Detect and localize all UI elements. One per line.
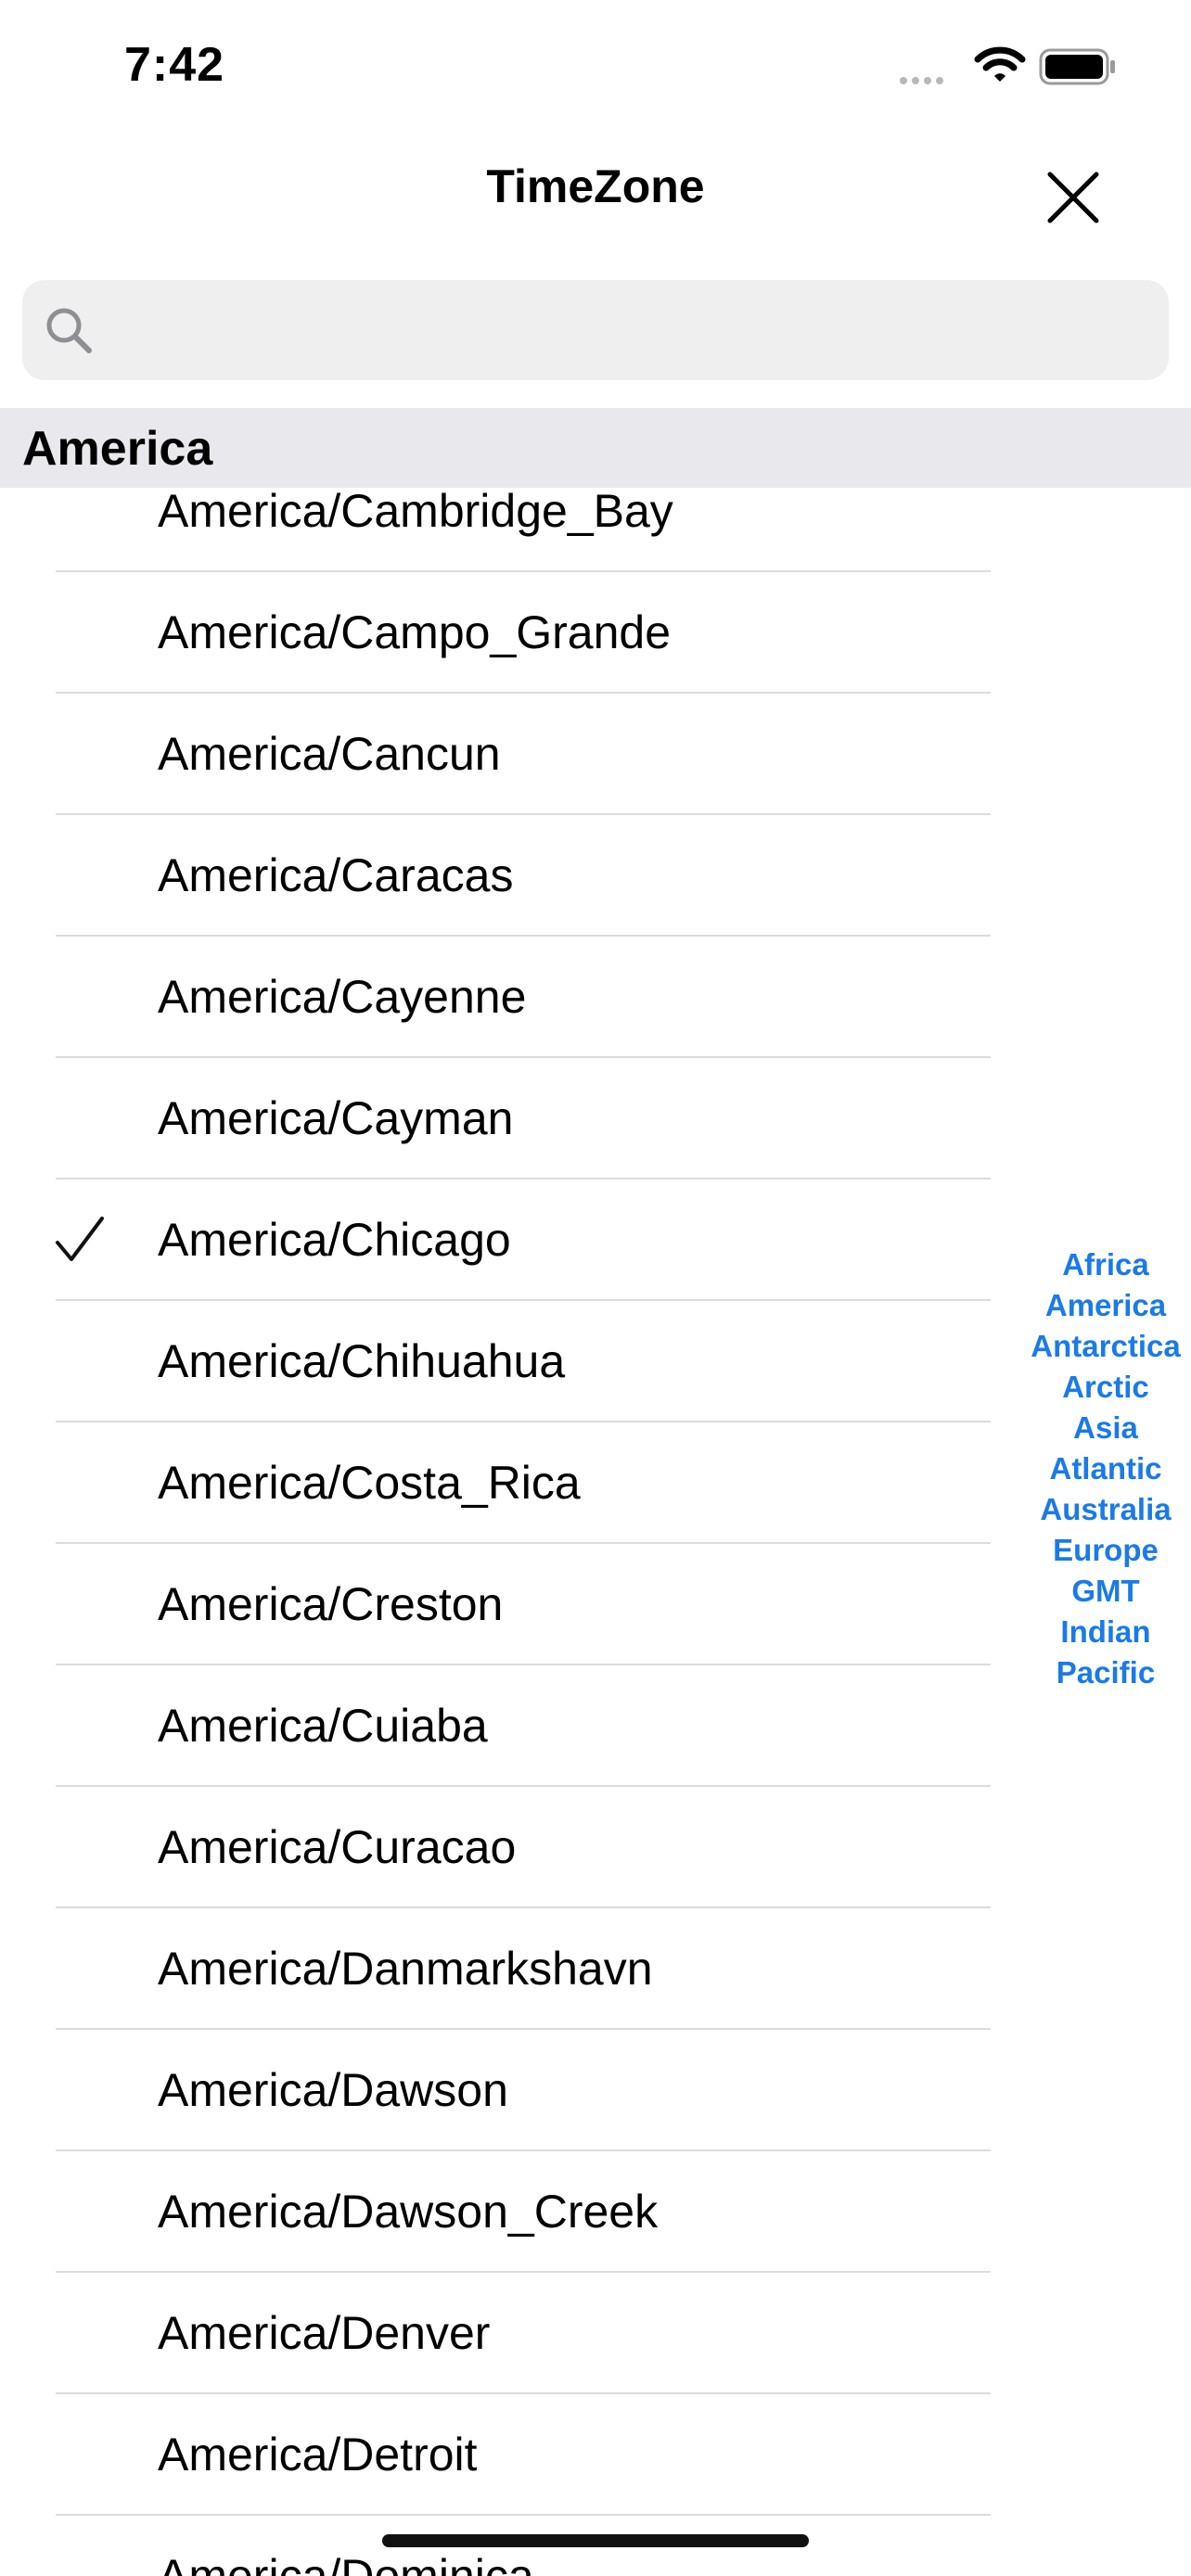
wifi-icon xyxy=(974,46,1026,82)
section-index-item[interactable]: Indian xyxy=(1020,1612,1191,1652)
table-row[interactable]: America/Chihuahua xyxy=(0,1301,1191,1422)
section-header: America xyxy=(0,408,1191,488)
table-row-label: America/Cayman xyxy=(158,1092,514,1144)
search-icon xyxy=(46,308,92,353)
table-row[interactable]: America/Dawson xyxy=(0,2030,1191,2151)
table-row[interactable]: America/Campo_Grande xyxy=(0,572,1191,694)
close-icon xyxy=(1047,172,1099,223)
table-row[interactable]: America/Cayenne xyxy=(0,937,1191,1058)
table-row[interactable]: America/Denver xyxy=(0,2273,1191,2394)
table-row[interactable]: America/Detroit xyxy=(0,2394,1191,2516)
status-bar: 7:42 xyxy=(0,0,1191,139)
table-row-label: America/Cuiaba xyxy=(158,1700,488,1752)
close-button[interactable] xyxy=(1041,165,1106,230)
search-input[interactable] xyxy=(115,280,1148,382)
battery-icon xyxy=(1039,48,1115,85)
section-index-item[interactable]: Arctic xyxy=(1020,1367,1191,1408)
table-row[interactable]: America/Cayman xyxy=(0,1058,1191,1180)
table-row[interactable]: America/Costa_Rica xyxy=(0,1422,1191,1544)
table-row[interactable]: America/Chicago xyxy=(0,1180,1191,1301)
table-row-label: America/Danmarkshavn xyxy=(158,1943,653,1995)
search-bar[interactable] xyxy=(22,280,1169,382)
table-row[interactable]: America/Danmarkshavn xyxy=(0,1908,1191,2030)
section-header-label: America xyxy=(22,422,213,476)
section-index-item[interactable]: Asia xyxy=(1020,1408,1191,1448)
table-row[interactable]: America/Cuiaba xyxy=(0,1665,1191,1787)
table-row-label: America/Chihuahua xyxy=(158,1335,566,1387)
table-row-label: America/Dawson_Creek xyxy=(158,2186,659,2238)
table-row[interactable]: America/Creston xyxy=(0,1544,1191,1665)
section-index-item[interactable]: Pacific xyxy=(1020,1652,1191,1693)
table-row-label: America/Chicago xyxy=(158,1214,511,1266)
table-row-label: America/Cayenne xyxy=(158,971,527,1023)
table-row[interactable]: America/Dawson_Creek xyxy=(0,2151,1191,2273)
table-row-label: America/Caracas xyxy=(158,849,514,901)
section-index-item[interactable]: GMT xyxy=(1020,1571,1191,1612)
table-row-label: America/Dawson xyxy=(158,2064,508,2116)
section-index[interactable]: Africa America Antarctica Arctic Asia Atlanti… xyxy=(1020,1244,1191,1693)
section-index-item[interactable]: America xyxy=(1020,1285,1191,1326)
table-row-label: America/Creston xyxy=(158,1578,504,1630)
section-index-item[interactable]: Antarctica xyxy=(1020,1326,1191,1367)
table-row-label: America/Denver xyxy=(158,2307,491,2359)
table-row-label: America/Cancun xyxy=(158,728,501,780)
table-row-label: America/Campo_Grande xyxy=(158,606,672,658)
table-row[interactable]: America/Caracas xyxy=(0,815,1191,937)
cellular-signal-icon xyxy=(900,72,948,89)
checkmark-icon xyxy=(56,1217,104,1261)
table-row[interactable]: America/Curacao xyxy=(0,1787,1191,1908)
section-index-item[interactable]: Australia xyxy=(1020,1489,1191,1530)
table-row-label: America/Detroit xyxy=(158,2429,478,2480)
timezone-list[interactable]: America America/Cambridge_Bay America/Cam… xyxy=(0,408,1191,2576)
section-index-item[interactable]: Europe xyxy=(1020,1530,1191,1571)
status-time: 7:42 xyxy=(124,38,225,92)
table-row[interactable]: America/Cancun xyxy=(0,694,1191,815)
table-row-label: America/Costa_Rica xyxy=(158,1457,581,1509)
section-index-item[interactable]: Africa xyxy=(1020,1244,1191,1285)
page-title: TimeZone xyxy=(486,160,705,212)
home-indicator xyxy=(382,2534,809,2547)
table-row-label: America/Curacao xyxy=(158,1821,517,1873)
timezone-rows: America/Cambridge_Bay America/Campo_Grand… xyxy=(0,451,1191,2576)
section-index-item[interactable]: Atlantic xyxy=(1020,1448,1191,1489)
